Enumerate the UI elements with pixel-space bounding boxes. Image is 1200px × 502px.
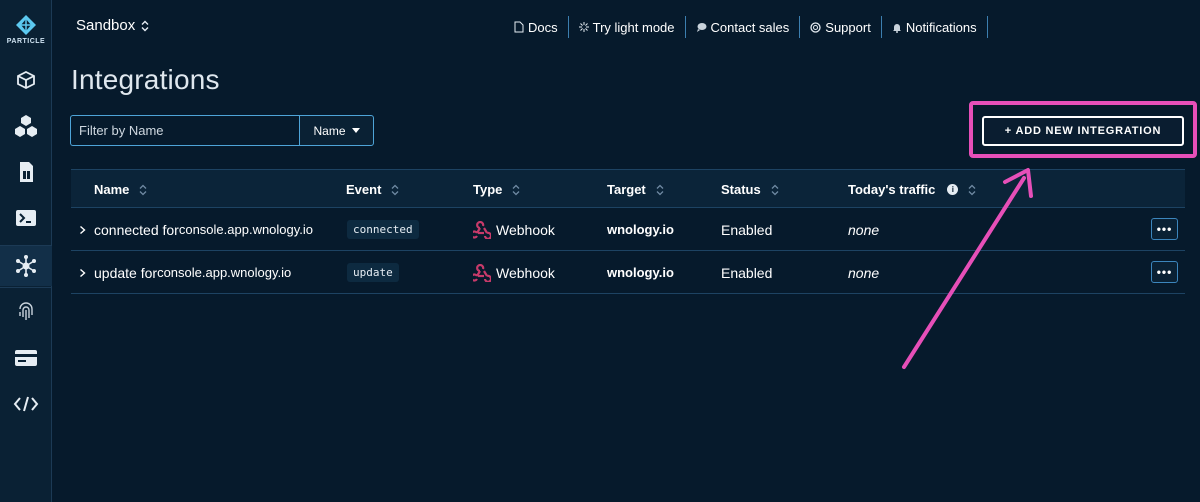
column-header-label: Status xyxy=(721,182,761,197)
org-switcher[interactable]: Sandbox xyxy=(76,17,149,34)
billing-card-icon xyxy=(15,350,37,366)
code-icon xyxy=(13,396,39,412)
name-cell: update for console.app.wnology.io xyxy=(79,251,291,294)
integrations-table: Name Event Type Target Status Today's tr… xyxy=(71,169,1185,294)
integrations-icon xyxy=(16,255,36,277)
chevron-updown-icon xyxy=(141,20,149,31)
sidebar-item-authentication[interactable] xyxy=(0,292,52,332)
nav-contact-sales[interactable]: Contact sales xyxy=(686,16,801,38)
doc-icon xyxy=(514,21,524,33)
nav-docs-label: Docs xyxy=(528,19,558,35)
sort-icon xyxy=(771,184,779,195)
terminal-icon xyxy=(16,210,36,226)
logo-text: PARTICLE xyxy=(6,38,46,45)
target-cell: wnology.io xyxy=(607,222,674,237)
integration-type: Webhook xyxy=(496,264,555,281)
sort-icon xyxy=(139,184,147,195)
sidebar-item-billing[interactable] xyxy=(0,338,52,378)
column-header-label: Target xyxy=(607,182,646,197)
row-actions-button[interactable]: ••• xyxy=(1151,218,1178,240)
info-icon[interactable]: i xyxy=(947,184,959,195)
particle-logo-icon xyxy=(16,15,36,35)
event-name: update xyxy=(347,263,399,282)
org-name: Sandbox xyxy=(76,17,136,34)
particle-logo[interactable]: PARTICLE xyxy=(0,14,52,45)
chevron-right-icon[interactable] xyxy=(79,268,86,278)
nav-docs[interactable]: Docs xyxy=(512,16,569,38)
nav-notifications[interactable]: Notifications xyxy=(882,16,988,38)
status-cell: Enabled xyxy=(721,221,773,238)
type-cell: Webhook xyxy=(473,208,555,251)
sidebar-item-fleet[interactable] xyxy=(0,106,52,146)
integration-name-host: console.app.wnology.io xyxy=(178,222,314,237)
event-name: connected xyxy=(347,220,419,239)
traffic-cell: none xyxy=(848,221,880,238)
sort-icon xyxy=(512,184,520,195)
sidebar-item-integrations[interactable] xyxy=(0,246,52,286)
sort-icon xyxy=(391,184,399,195)
webhook-icon xyxy=(473,263,491,282)
column-header-name[interactable]: Name xyxy=(94,170,147,209)
name-cell: connected for console.app.wnology.io xyxy=(79,208,313,251)
traffic-cell: none xyxy=(848,264,880,281)
bell-icon xyxy=(892,23,901,33)
target-cell: wnology.io xyxy=(607,265,674,280)
column-header-event[interactable]: Event xyxy=(346,170,399,209)
sun-icon xyxy=(578,22,589,32)
integration-name-prefix: connected for xyxy=(94,221,179,238)
status-cell: Enabled xyxy=(721,264,773,281)
lifebuoy-icon xyxy=(810,21,821,33)
row-actions-button[interactable]: ••• xyxy=(1151,261,1178,283)
sidebar-item-sim[interactable] xyxy=(0,152,52,192)
table-row[interactable]: connected for console.app.wnology.io con… xyxy=(71,208,1185,251)
filter-group: Name xyxy=(70,115,374,146)
sidebar: PARTICLE xyxy=(0,0,52,502)
integration-name-host: console.app.wnology.io xyxy=(157,265,292,280)
page-title: Integrations xyxy=(71,64,220,95)
chevron-right-icon[interactable] xyxy=(79,225,86,235)
nav-light-mode[interactable]: Try light mode xyxy=(569,16,686,38)
table-header: Name Event Type Target Status Today's tr… xyxy=(71,169,1185,208)
top-navigation: Docs Try light mode Contact sales Suppor… xyxy=(512,16,988,38)
filter-field-select[interactable]: Name xyxy=(299,115,374,146)
nav-support[interactable]: Support xyxy=(800,16,882,38)
chat-icon xyxy=(696,23,707,32)
column-header-type[interactable]: Type xyxy=(473,170,520,209)
sort-icon xyxy=(656,184,664,195)
sim-card-icon xyxy=(20,162,33,182)
fingerprint-icon xyxy=(19,302,33,320)
column-header-traffic[interactable]: Today's traffic i xyxy=(848,170,976,209)
column-header-status[interactable]: Status xyxy=(721,170,779,209)
column-header-label: Event xyxy=(346,182,382,197)
fleet-icon xyxy=(15,115,37,137)
column-header-label: Type xyxy=(473,182,503,197)
nav-support-label: Support xyxy=(825,19,871,35)
add-new-integration-button[interactable]: + ADD NEW INTEGRATION xyxy=(982,116,1184,146)
nav-notifications-label: Notifications xyxy=(905,19,977,35)
products-icon xyxy=(17,70,35,90)
sidebar-item-products[interactable] xyxy=(0,60,52,100)
event-cell: connected xyxy=(347,208,419,251)
column-header-label: Name xyxy=(94,182,130,197)
sidebar-item-developer[interactable] xyxy=(0,384,52,424)
type-cell: Webhook xyxy=(473,251,555,294)
nav-contact-sales-label: Contact sales xyxy=(710,19,790,35)
column-header-target[interactable]: Target xyxy=(607,170,664,209)
webhook-icon xyxy=(473,220,491,239)
caret-down-icon xyxy=(351,128,360,133)
nav-light-mode-label: Try light mode xyxy=(592,19,675,35)
filter-field-value: Name xyxy=(313,123,346,138)
sidebar-item-console[interactable] xyxy=(0,198,52,238)
event-cell: update xyxy=(347,251,399,294)
integration-type: Webhook xyxy=(496,221,555,238)
filter-input[interactable] xyxy=(70,115,299,146)
sort-icon xyxy=(968,184,976,195)
column-header-label: Today's traffic xyxy=(848,182,936,197)
table-row[interactable]: update for console.app.wnology.io update… xyxy=(71,251,1185,294)
integration-name-prefix: update for xyxy=(94,264,158,281)
